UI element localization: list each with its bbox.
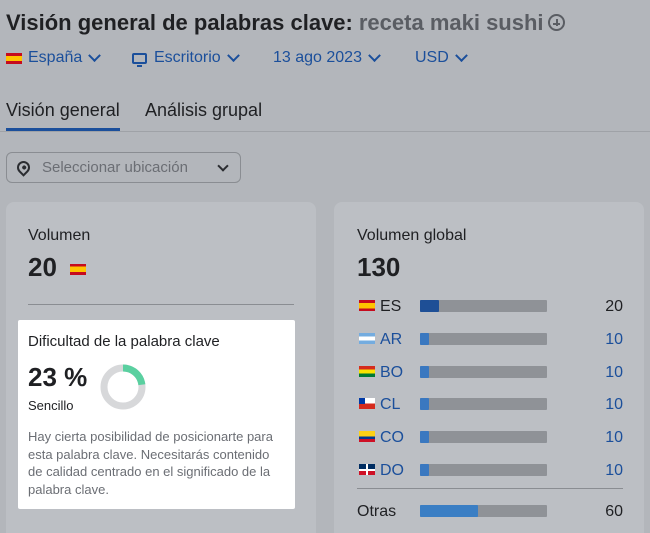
database-filter[interactable]: España xyxy=(6,48,102,68)
monitor-icon xyxy=(132,52,147,67)
volume-bar-fill xyxy=(420,365,429,378)
volume-bar-track xyxy=(420,332,547,345)
country-row-es: ES 20 xyxy=(357,296,627,316)
ar-flag-icon xyxy=(359,332,375,344)
volume-value: 20 xyxy=(28,252,87,283)
chevron-down-icon xyxy=(226,48,240,62)
other-label: Otras xyxy=(357,503,397,520)
tabs-divider xyxy=(0,131,650,132)
volume-divider xyxy=(28,304,294,305)
country-code[interactable]: DO xyxy=(380,462,404,480)
country-code[interactable]: CO xyxy=(380,429,404,447)
global-volume-label: Volumen global xyxy=(357,227,467,244)
country-code: ES xyxy=(380,298,402,315)
tab-vision-general[interactable]: Visión general xyxy=(6,100,120,131)
country-row-do[interactable]: DO 10 xyxy=(357,460,627,480)
location-select[interactable]: Seleccionar ubicación xyxy=(6,152,241,183)
kd-donut-chart xyxy=(100,364,146,410)
volume-bar-track xyxy=(420,365,547,378)
spain-flag-icon xyxy=(70,263,87,275)
kd-value: 23 % xyxy=(28,362,88,392)
chevron-down-icon xyxy=(454,48,468,62)
volume-bar-track xyxy=(420,505,547,517)
date-filter[interactable]: 13 ago 2023 xyxy=(273,48,381,68)
date-label: 13 ago 2023 xyxy=(273,49,362,66)
currency-filter[interactable]: USD xyxy=(415,48,468,68)
volume-bar-fill xyxy=(420,505,479,517)
device-label: Escritorio xyxy=(154,49,221,66)
bo-flag-icon xyxy=(359,365,375,377)
co-flag-icon xyxy=(359,431,375,443)
chevron-down-icon xyxy=(368,48,381,62)
keyword-difficulty-panel: Dificultad de la palabra clave 23 % Senc… xyxy=(18,320,295,509)
currency-label: USD xyxy=(415,49,449,66)
volume-bar-track xyxy=(420,300,547,312)
other-volume-value: 60 xyxy=(605,503,623,520)
global-divider xyxy=(357,488,623,489)
volume-number: 20 xyxy=(28,252,57,282)
country-row-cl[interactable]: CL 10 xyxy=(357,394,627,414)
page-header: Visión general de palabras clave: receta … xyxy=(6,10,565,36)
country-volume-value[interactable]: 10 xyxy=(605,462,623,480)
chevron-down-icon xyxy=(88,48,102,62)
volume-bar-track xyxy=(420,464,547,476)
country-volume-value[interactable]: 10 xyxy=(605,429,623,447)
country-row-bo[interactable]: BO 10 xyxy=(357,362,627,382)
add-circle-icon[interactable] xyxy=(547,14,565,31)
volume-bar-track xyxy=(420,431,547,444)
tabs-bar: Visión general Análisis grupal xyxy=(6,100,650,132)
do-flag-icon xyxy=(359,464,375,475)
kd-title: Dificultad de la palabra clave xyxy=(28,333,220,350)
volume-bar-fill xyxy=(420,300,440,312)
country-code[interactable]: CL xyxy=(380,396,400,414)
page-title: Visión general de palabras clave: xyxy=(6,10,353,35)
volume-bar-fill xyxy=(420,332,429,345)
country-volume-value: 20 xyxy=(605,298,623,315)
country-volume-value[interactable]: 10 xyxy=(605,396,623,414)
chevron-down-icon xyxy=(217,160,229,172)
keyword-text: receta maki sushi xyxy=(358,10,544,35)
volume-label: Volumen xyxy=(28,227,91,244)
volume-bar-fill xyxy=(420,464,429,476)
device-filter[interactable]: Escritorio xyxy=(132,48,240,68)
cl-flag-icon xyxy=(359,398,375,410)
country-volume-value[interactable]: 10 xyxy=(605,364,623,382)
volume-bar-fill xyxy=(420,431,429,444)
country-code[interactable]: AR xyxy=(380,331,402,349)
location-pin-icon xyxy=(14,158,33,177)
country-row-co[interactable]: CO 10 xyxy=(357,427,627,447)
volume-bar-track xyxy=(420,398,547,411)
spain-flag-icon xyxy=(6,52,22,64)
kd-description: Hay cierta posibilidad de posicionarte p… xyxy=(28,429,273,497)
global-volume-value: 130 xyxy=(357,252,401,282)
volume-bar-fill xyxy=(420,398,429,411)
es-flag-icon xyxy=(359,300,375,311)
country-row-other: Otras 60 xyxy=(357,501,627,521)
country-code[interactable]: BO xyxy=(380,364,403,382)
country-volume-value[interactable]: 10 xyxy=(605,331,623,349)
country-row-ar[interactable]: AR 10 xyxy=(357,329,627,349)
kd-level: Sencillo xyxy=(28,398,74,413)
database-label: España xyxy=(28,49,83,66)
location-placeholder: Seleccionar ubicación xyxy=(42,159,188,176)
tab-analisis-grupal[interactable]: Análisis grupal xyxy=(145,100,262,121)
